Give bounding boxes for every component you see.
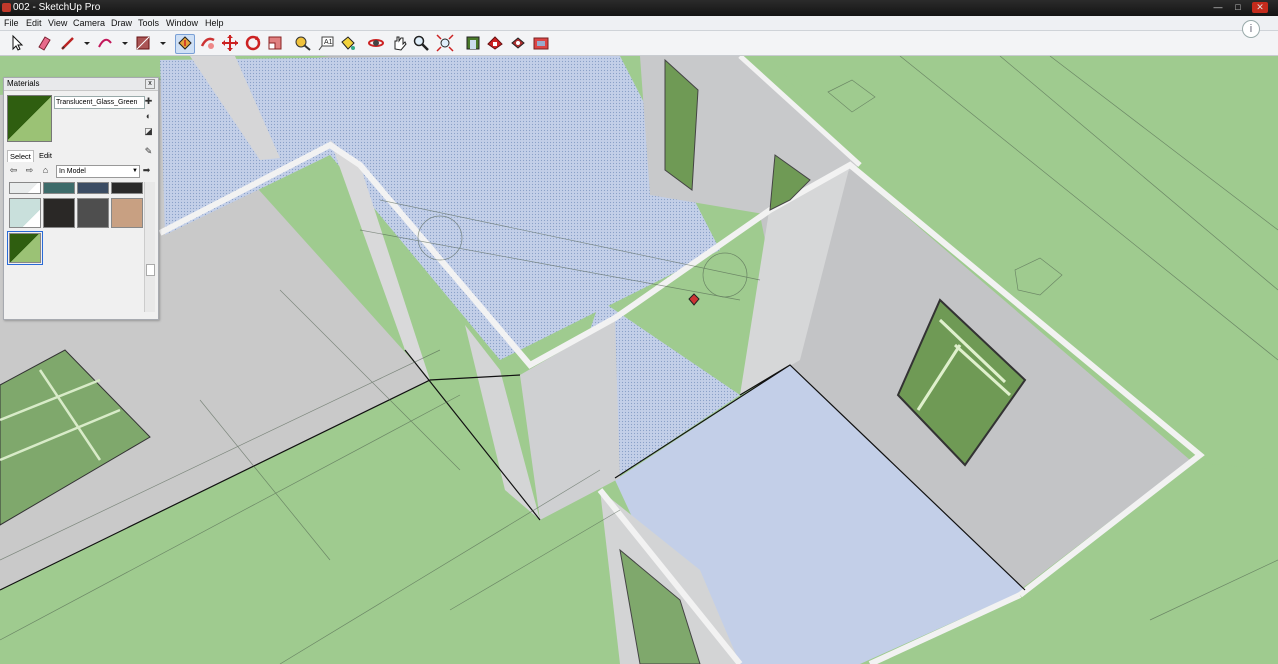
- rotate-icon[interactable]: [244, 34, 262, 52]
- arc-icon[interactable]: [96, 34, 114, 52]
- details-arrow-icon[interactable]: ➡: [141, 165, 152, 176]
- pencil-line-icon[interactable]: [59, 34, 77, 52]
- menu-window[interactable]: Window: [166, 16, 198, 30]
- menu-view[interactable]: View: [48, 16, 67, 30]
- svg-text:A1: A1: [324, 39, 333, 46]
- tab-select[interactable]: Select: [7, 150, 34, 162]
- material-swatch[interactable]: [9, 182, 41, 194]
- follow-me-icon[interactable]: [199, 34, 217, 52]
- rectangle-icon[interactable]: [134, 34, 152, 52]
- material-swatch[interactable]: [77, 182, 109, 194]
- orbit-icon[interactable]: [367, 34, 385, 52]
- maximize-button[interactable]: □: [1230, 2, 1246, 13]
- warehouse-icon[interactable]: [464, 34, 482, 52]
- material-swatch-selected[interactable]: [7, 231, 43, 265]
- chevron-down-icon: ▼: [132, 168, 138, 174]
- chevron-down-icon[interactable]: [78, 34, 90, 52]
- material-swatch[interactable]: [77, 198, 109, 228]
- menu-tools[interactable]: Tools: [138, 16, 159, 30]
- extension-warehouse-icon[interactable]: [486, 34, 504, 52]
- scale-icon[interactable]: [266, 34, 284, 52]
- paint-bucket-cursor-icon: [687, 293, 701, 307]
- minimize-button[interactable]: —: [1210, 2, 1226, 13]
- window-title: 002 - SketchUp Pro: [13, 2, 101, 13]
- close-icon[interactable]: x: [145, 79, 155, 89]
- main-toolbar: A1: [0, 31, 1278, 56]
- create-material-icon[interactable]: ✚: [143, 96, 154, 107]
- zoom-icon[interactable]: [412, 34, 430, 52]
- paint-bucket-icon[interactable]: [339, 34, 357, 52]
- material-swatch[interactable]: [43, 182, 75, 194]
- pan-icon[interactable]: [390, 34, 408, 52]
- eyedropper-icon[interactable]: ✎: [143, 146, 154, 157]
- select-icon[interactable]: [7, 34, 25, 52]
- menu-help[interactable]: Help: [205, 16, 224, 30]
- tape-measure-icon[interactable]: [294, 34, 312, 52]
- menu-camera[interactable]: Camera: [73, 16, 105, 30]
- sketchup-app-icon: [2, 3, 11, 12]
- menu-file[interactable]: File: [4, 16, 19, 30]
- material-swatch[interactable]: [111, 182, 143, 194]
- tab-edit[interactable]: Edit: [37, 150, 54, 161]
- chevron-down-icon[interactable]: [116, 34, 128, 52]
- push-pull-icon[interactable]: [175, 34, 195, 54]
- collection-value: In Model: [59, 168, 86, 175]
- material-swatch[interactable]: [43, 198, 75, 228]
- materials-panel-header[interactable]: Materials x: [4, 78, 158, 91]
- move-icon[interactable]: [221, 34, 239, 52]
- info-icon[interactable]: i: [1242, 20, 1260, 38]
- layout-icon[interactable]: [509, 34, 527, 52]
- materials-panel-title: Materials: [7, 79, 40, 88]
- text-icon[interactable]: A1: [317, 34, 335, 52]
- ruby-icon[interactable]: [532, 34, 550, 52]
- close-button[interactable]: ✕: [1252, 2, 1268, 13]
- materials-panel: Materials x Translucent_Glass_Green ✚ ◐ …: [3, 77, 159, 320]
- model-viewport[interactable]: [0, 56, 1278, 664]
- default-material-icon[interactable]: ◐: [143, 111, 154, 122]
- material-preview: [7, 95, 52, 142]
- home-icon[interactable]: ⌂: [40, 165, 51, 176]
- swatch-scrollbar[interactable]: [144, 182, 155, 312]
- collection-dropdown[interactable]: In Model ▼: [56, 165, 140, 178]
- material-name-field[interactable]: Translucent_Glass_Green: [54, 96, 145, 109]
- chevron-down-icon[interactable]: [154, 34, 166, 52]
- material-swatch[interactable]: [111, 198, 143, 228]
- forward-arrow-icon[interactable]: ⇨: [24, 165, 35, 176]
- back-arrow-icon[interactable]: ⇦: [8, 165, 19, 176]
- title-bar: 002 - SketchUp Pro — □ ✕: [0, 0, 1278, 16]
- menu-edit[interactable]: Edit: [26, 16, 42, 30]
- menu-bar: File Edit View Camera Draw Tools Window …: [0, 16, 1278, 31]
- zoom-extents-icon[interactable]: [436, 34, 454, 52]
- eraser-icon[interactable]: [35, 34, 53, 52]
- material-swatch[interactable]: [9, 198, 41, 228]
- scrollbar-thumb[interactable]: [146, 264, 155, 276]
- menu-draw[interactable]: Draw: [111, 16, 132, 30]
- sample-material-icon[interactable]: ◪: [143, 126, 154, 137]
